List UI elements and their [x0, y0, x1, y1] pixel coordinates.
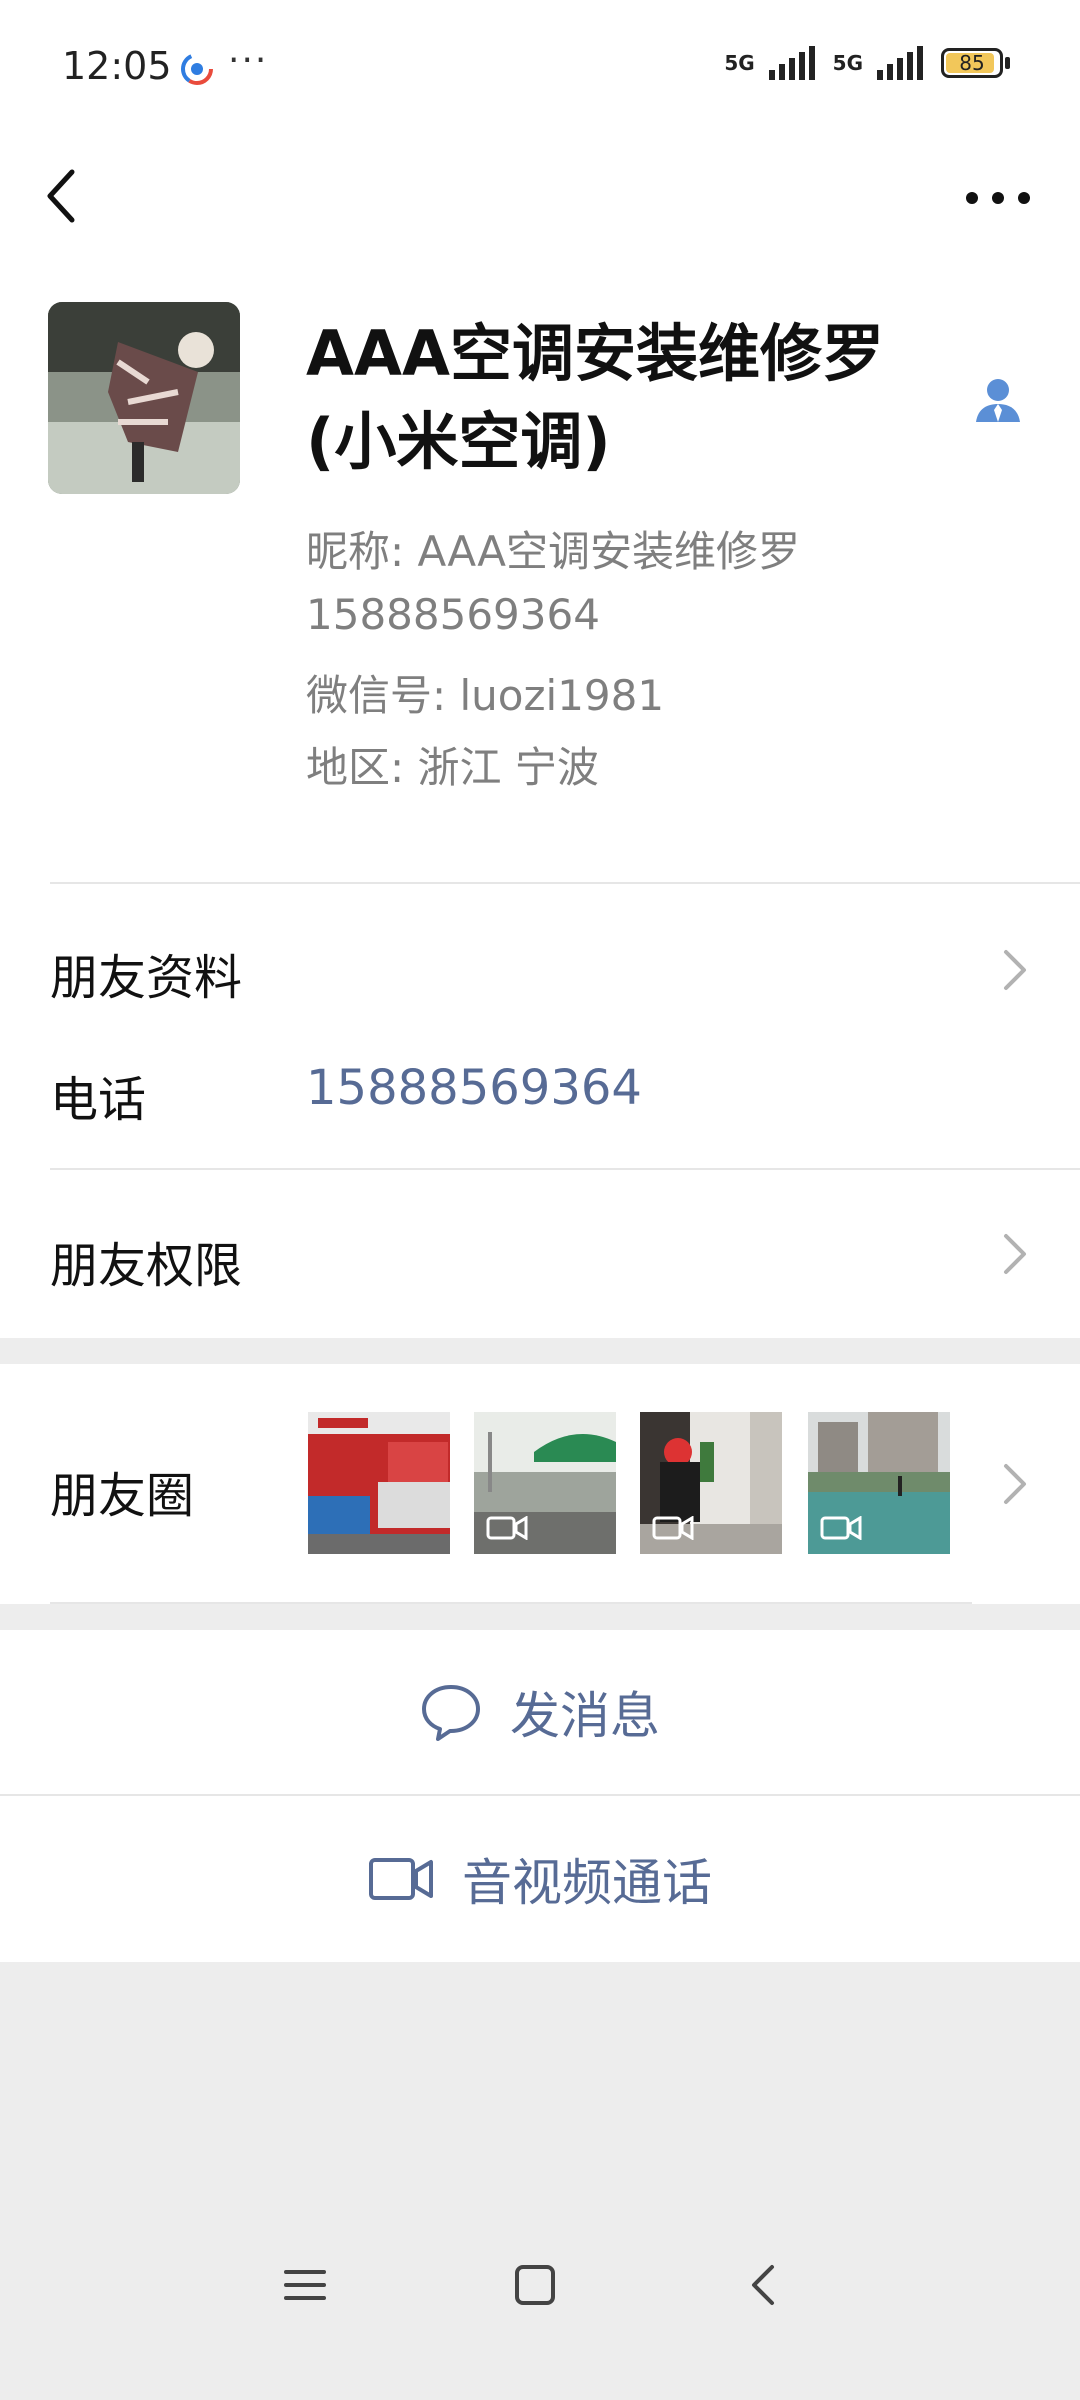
battery-level: 85: [959, 51, 985, 75]
more-options-icon[interactable]: [950, 156, 1050, 236]
contact-card-icon[interactable]: [972, 374, 1024, 426]
signal-icon-2: [877, 46, 923, 80]
phone-value[interactable]: 15888569364: [306, 1060, 642, 1116]
chevron-right-icon: [1004, 1234, 1026, 1274]
friend-info-section: 朋友资料 电话 15888569364: [0, 884, 1080, 1170]
back-icon[interactable]: [30, 156, 110, 236]
app-notification-icon: [181, 53, 213, 85]
menu-icon[interactable]: [284, 2264, 326, 2306]
status-more-icon: ···: [228, 40, 269, 81]
home-icon[interactable]: [514, 2264, 556, 2306]
av-call-button[interactable]: 音视频通话: [0, 1796, 1080, 1962]
send-message-label: 发消息: [510, 1687, 660, 1745]
video-icon: [486, 1516, 528, 1540]
profile-header: AAA空调安装维修罗(小米空调) 昵称: AAA空调安装维修罗 15888569…: [0, 270, 1080, 884]
wechat-id: 微信号: luozi1981: [306, 671, 665, 720]
battery-icon: 85: [941, 48, 1003, 78]
chevron-right-icon: [1004, 950, 1026, 990]
battery-tip: [1005, 57, 1010, 69]
moments-thumbnail-3: [640, 1412, 782, 1554]
video-icon: [652, 1516, 694, 1540]
av-call-label: 音视频通话: [462, 1854, 712, 1912]
remark-name: AAA空调安装维修罗(小米空调): [306, 317, 884, 478]
permissions-row[interactable]: 朋友权限: [0, 1170, 1080, 1338]
divider: [50, 1602, 972, 1604]
chevron-right-icon: [1004, 1464, 1026, 1504]
network-type-1: 5G: [724, 51, 755, 75]
chat-bubble-icon: [422, 1685, 480, 1741]
avatar[interactable]: [48, 302, 240, 494]
status-right: 5G 5G 85: [724, 46, 1010, 80]
nav-bar: [0, 140, 1080, 270]
avatar-image: [48, 302, 240, 494]
status-bar: 12:05 ··· 5G 5G 85: [0, 0, 1080, 140]
phone-line: 15888569364: [306, 590, 600, 639]
nickname: 昵称: AAA空调安装维修罗: [306, 527, 801, 576]
moments-thumbnail-4: [808, 1412, 950, 1554]
system-nav-bar: [0, 2230, 1080, 2400]
network-type-2: 5G: [832, 51, 863, 75]
friend-info-row[interactable]: 朋友资料: [50, 938, 242, 1008]
send-message-button[interactable]: 发消息: [0, 1630, 1080, 1794]
video-icon: [820, 1516, 862, 1540]
back-nav-icon[interactable]: [748, 2264, 778, 2306]
moments-thumbnail-1: [308, 1412, 450, 1554]
video-call-icon: [369, 1858, 433, 1900]
phone-label: 电话: [50, 1072, 147, 1128]
moments-thumbnail-2: [474, 1412, 616, 1554]
signal-icon-1: [768, 46, 815, 80]
moments-row[interactable]: 朋友圈: [0, 1364, 1080, 1604]
status-time: 12:05: [62, 44, 172, 88]
region: 地区: 浙江 宁波: [306, 743, 599, 792]
moments-label: 朋友圈: [50, 1468, 195, 1524]
permissions-label: 朋友权限: [50, 1238, 243, 1294]
